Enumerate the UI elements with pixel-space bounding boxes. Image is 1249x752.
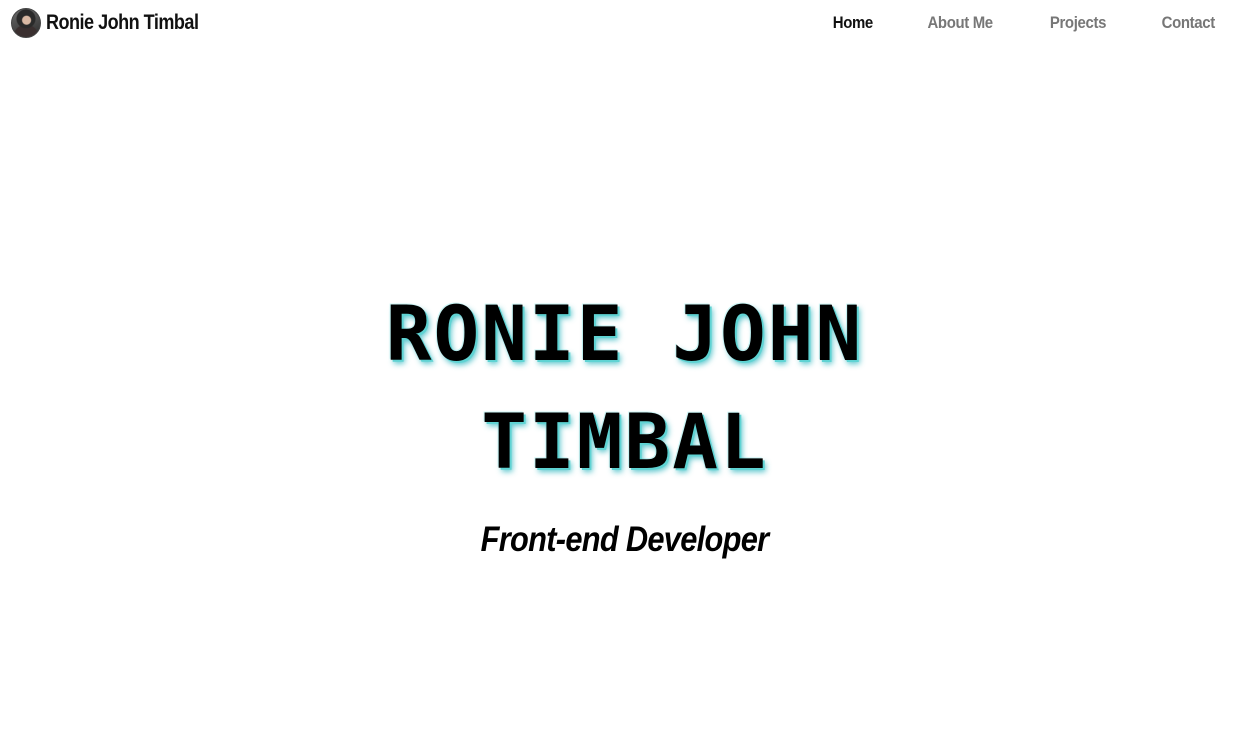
nav-item-home[interactable]: Home xyxy=(832,13,873,33)
hero-section: RONIE JOHN TIMBAL Front-end Developer xyxy=(0,280,1249,560)
hero-subtitle: Front-end Developer xyxy=(480,520,770,559)
nav-item-about-me[interactable]: About Me xyxy=(928,13,994,33)
brand-link[interactable]: Ronie John Timbal xyxy=(11,8,223,38)
brand-name: Ronie John Timbal xyxy=(46,11,199,34)
nav-item-projects[interactable]: Projects xyxy=(1049,13,1106,33)
navbar: Ronie John Timbal Home About Me Projects… xyxy=(0,0,1249,46)
nav-item-contact[interactable]: Contact xyxy=(1161,13,1215,33)
avatar xyxy=(11,8,41,38)
nav-links: Home About Me Projects Contact xyxy=(782,13,1218,33)
hero-title: RONIE JOHN TIMBAL xyxy=(385,289,864,486)
